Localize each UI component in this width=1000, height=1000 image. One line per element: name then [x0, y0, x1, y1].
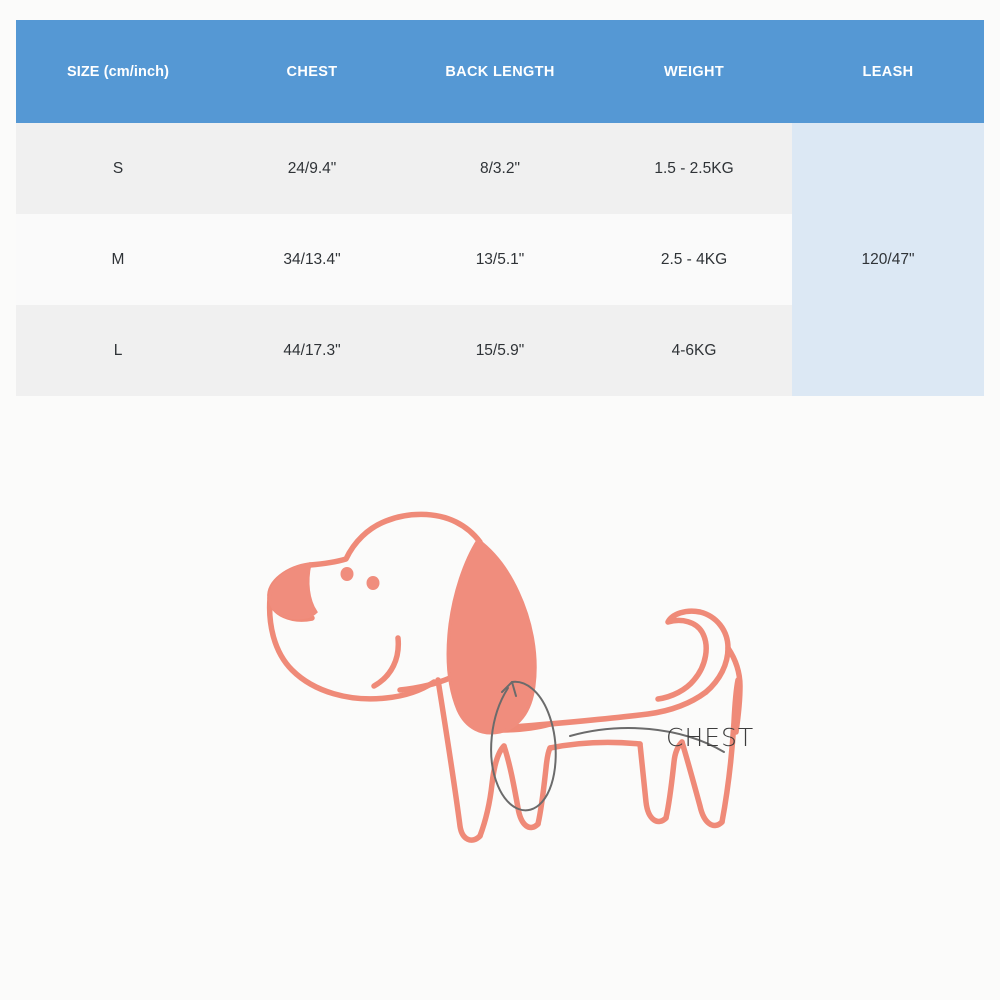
belly-path — [547, 739, 643, 751]
front-leg-2-path — [501, 743, 541, 831]
table-row: M — [16, 214, 220, 305]
eye-right-icon — [366, 576, 380, 590]
leash-value-cell: 120/47" — [792, 123, 984, 396]
table-row: 15/5.9" — [404, 305, 596, 396]
table-row: 24/9.4" — [220, 123, 404, 214]
size-table-grid: SIZE (cm/inch) CHEST BACK LENGTH WEIGHT … — [16, 20, 984, 396]
chest-label: CHEST — [666, 723, 755, 752]
rear-leg-outer-path — [679, 739, 725, 829]
nose-shape — [268, 562, 318, 620]
column-header-chest: CHEST — [220, 20, 404, 123]
head-top-path — [307, 511, 483, 568]
table-row: 13/5.1" — [404, 214, 596, 305]
size-chart-table: SIZE (cm/inch) CHEST BACK LENGTH WEIGHT … — [16, 20, 984, 396]
tail-path — [655, 608, 731, 702]
table-row: 34/13.4" — [220, 214, 404, 305]
table-row: 44/17.3" — [220, 305, 404, 396]
table-row: S — [16, 123, 220, 214]
column-header-weight: WEIGHT — [596, 20, 792, 123]
column-header-size: SIZE (cm/inch) — [16, 20, 220, 123]
chin-to-chest-path — [397, 675, 453, 693]
table-row: L — [16, 305, 220, 396]
dog-diagram — [250, 490, 810, 870]
rear-leg-inner2-path — [663, 739, 685, 821]
table-row: 4-6KG — [596, 305, 792, 396]
table-row: 1.5 - 2.5KG — [596, 123, 792, 214]
eye-left-icon — [340, 567, 354, 581]
ear-shape — [446, 537, 537, 735]
table-row: 2.5 - 4KG — [596, 214, 792, 305]
dog-icon — [266, 511, 743, 843]
mouth-path — [371, 635, 402, 689]
column-header-back-length: BACK LENGTH — [404, 20, 596, 123]
column-header-leash: LEASH — [792, 20, 984, 123]
table-row: 8/3.2" — [404, 123, 596, 214]
rear-leg-inner-path — [637, 741, 669, 825]
front-leg-2-inner-path — [535, 745, 553, 827]
